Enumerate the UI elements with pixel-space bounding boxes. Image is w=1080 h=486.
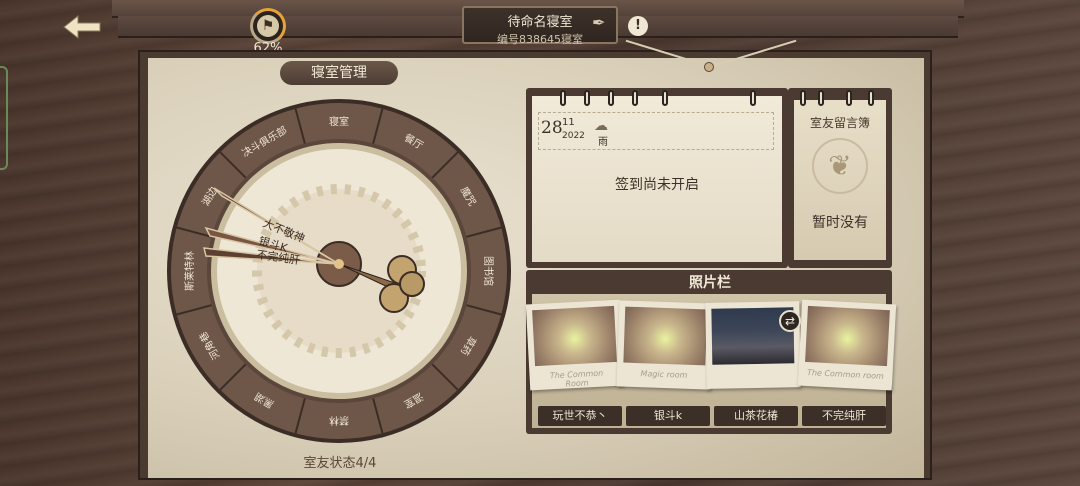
photo-bar-title: 照片栏 bbox=[689, 275, 731, 291]
roommate-name-tag[interactable]: 银斗k bbox=[626, 406, 710, 426]
back-arrow-icon bbox=[63, 14, 101, 40]
roommate-name-tag[interactable]: 山茶花椿 bbox=[714, 406, 798, 426]
info-icon[interactable]: ! bbox=[628, 16, 648, 36]
photo-card[interactable]: The Common room bbox=[797, 299, 897, 391]
roommate-status[interactable]: 室友状态4/4 bbox=[270, 452, 410, 471]
binder-ring-icon bbox=[632, 90, 638, 106]
calendar-year: 2022 bbox=[562, 131, 585, 141]
binder-ring-icon bbox=[846, 90, 852, 106]
photo-image-common-room-2 bbox=[805, 305, 890, 367]
message-board-title: 室友留言簿 bbox=[809, 116, 870, 130]
rain-cloud-icon: ☁ bbox=[594, 118, 608, 134]
dorm-clock-wheel[interactable]: 寝室餐厅魔咒图书馆草药温室禁林黑湖河角巷斯莱特林湖边决斗俱乐部 大不敬神 银斗K… bbox=[166, 98, 512, 444]
wheel-location-label: 斯莱特林 bbox=[183, 251, 196, 291]
roommate-name-tag[interactable]: 不完纯肝 bbox=[802, 406, 886, 426]
calendar-month: 11 bbox=[562, 117, 575, 128]
progress-badge[interactable]: ⚑ bbox=[250, 8, 286, 44]
checkin-status: 签到尚未开启 bbox=[615, 177, 699, 193]
message-board-empty: 暂时没有 bbox=[812, 215, 868, 231]
photo-caption: The Common room bbox=[806, 367, 885, 381]
binder-ring-icon bbox=[818, 90, 824, 106]
wheel-location-label: 寝室 bbox=[329, 115, 349, 128]
house-points-icon: ⚑ bbox=[257, 15, 279, 37]
weather-label: 雨 bbox=[598, 137, 608, 148]
binder-ring-icon bbox=[662, 90, 668, 106]
photo-caption bbox=[714, 369, 792, 370]
quill-edit-icon[interactable]: ✒ bbox=[592, 14, 610, 32]
photo-caption: Magic room bbox=[640, 369, 688, 380]
binder-ring-icon bbox=[560, 90, 566, 106]
side-drawer-tab[interactable] bbox=[0, 66, 8, 170]
wheel-location-label: 图书馆 bbox=[482, 256, 495, 286]
nail-icon bbox=[704, 62, 714, 72]
binder-ring-icon bbox=[868, 90, 874, 106]
wheel-location-label: 禁林 bbox=[329, 414, 349, 427]
hub-pin bbox=[334, 259, 344, 269]
house-crest-icon: ❦ bbox=[812, 138, 868, 194]
roommate-name-tag[interactable]: 玩世不恭丶 bbox=[538, 406, 622, 426]
binder-ring-icon bbox=[584, 90, 590, 106]
back-button[interactable] bbox=[60, 12, 104, 42]
binder-ring-icon bbox=[800, 90, 806, 106]
binder-ring-icon bbox=[608, 90, 614, 106]
room-number: 编号838645寝室 bbox=[497, 33, 583, 46]
photo-image-magic-room bbox=[623, 306, 708, 366]
dorm-management-title: 寝室管理 bbox=[280, 61, 398, 85]
photo-card[interactable]: Magic room bbox=[616, 300, 714, 390]
binder-ring-icon bbox=[750, 90, 756, 106]
photo-card[interactable]: The Common Room bbox=[525, 299, 625, 391]
swap-icon[interactable]: ⇄ bbox=[779, 310, 801, 332]
hand-medallion-3 bbox=[399, 271, 425, 297]
photo-image-common-room bbox=[532, 305, 617, 367]
calendar-day: 28 bbox=[541, 118, 563, 138]
